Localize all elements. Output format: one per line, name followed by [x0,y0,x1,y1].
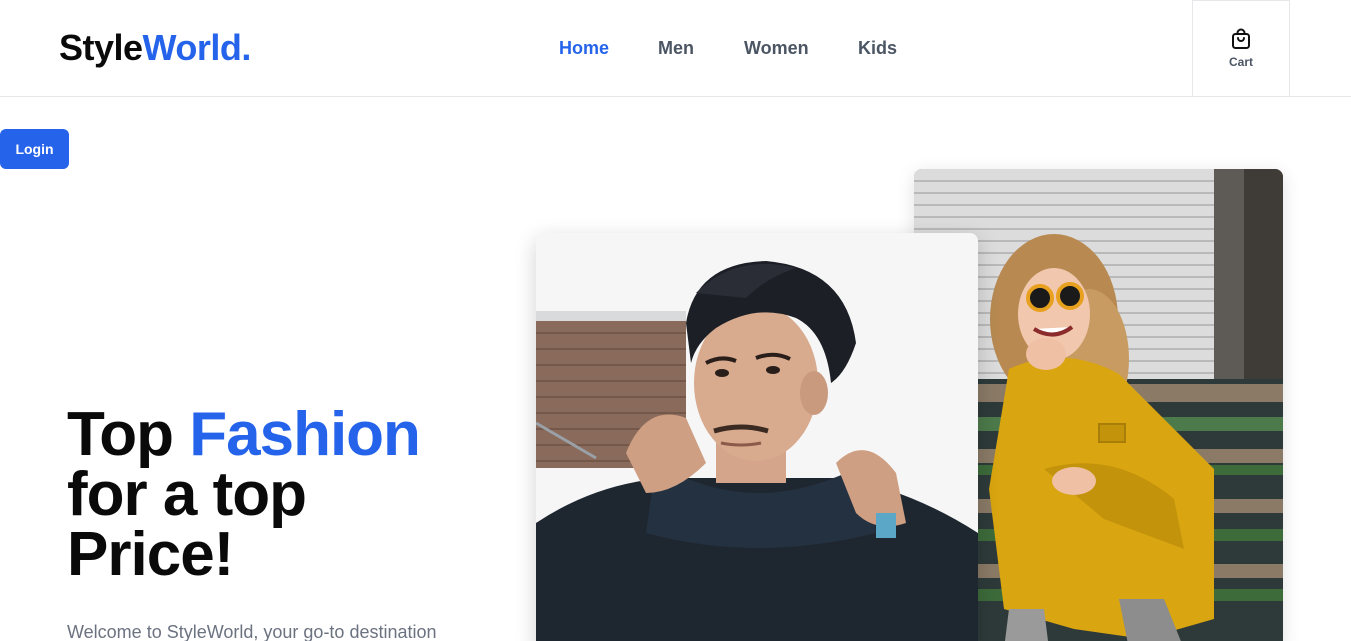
brand-logo[interactable]: StyleWorld. [59,28,251,68]
nav-item-kids[interactable]: Kids [858,36,897,60]
nav-item-men[interactable]: Men [658,36,694,60]
nav-item-home[interactable]: Home [559,36,609,60]
brand-logo-part1: Style [59,27,143,68]
cart-button[interactable]: Cart [1192,0,1290,97]
shopping-bag-icon [1232,28,1250,49]
brand-logo-part2: World. [142,27,252,68]
hero-image-man [536,233,978,641]
hero-title-part1: Top [67,400,190,469]
login-button[interactable]: Login [0,129,69,169]
cart-label: Cart [1228,54,1253,69]
hero-title-line3: Price! [67,520,234,589]
site-header: StyleWorld. Home Men Women Kids Cart [0,0,1351,97]
hero-title: Top Fashion for a top Price! [67,404,507,586]
hero-title-line2: for a top [67,460,307,529]
man-photo-illustration [536,233,978,641]
hero-description: Welcome to StyleWorld, your go-to destin… [67,622,437,641]
nav-item-women[interactable]: Women [744,36,809,60]
hero-title-highlight: Fashion [189,400,421,469]
